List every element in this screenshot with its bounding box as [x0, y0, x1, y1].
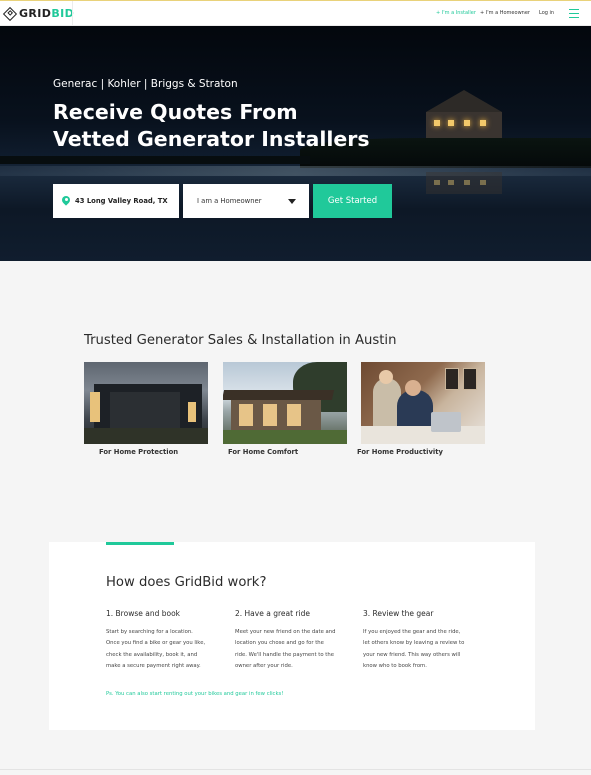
- ps-rent-out-link[interactable]: Ps. You can also start renting out your …: [106, 690, 283, 698]
- location-value: 43 Long Valley Road, TX: [75, 197, 168, 205]
- hero-banner: Generac | Kohler | Briggs & Straton Rece…: [0, 26, 591, 261]
- hero-background-house: [420, 90, 506, 138]
- step-2-body: Meet your new friend on the date and loc…: [235, 627, 355, 672]
- step-3-line: know who to book from.: [363, 662, 427, 669]
- hero-brand-list: Generac | Kohler | Briggs & Straton: [53, 78, 238, 90]
- nav-login-link[interactable]: Log in: [539, 10, 554, 17]
- step-1-line: check the availability, book it, and: [106, 651, 198, 658]
- step-3-line: your new friend. This way others will: [363, 651, 461, 658]
- hero-background-shoreline: [0, 156, 310, 164]
- role-select-dropdown[interactable]: I am a Homeowner: [183, 184, 309, 218]
- logo-text-grid: GRID: [19, 7, 52, 20]
- how-section-accent-bar: [106, 542, 174, 545]
- trusted-section-title: Trusted Generator Sales & Installation i…: [84, 333, 397, 348]
- step-2-line: Meet your new friend on the date and: [235, 629, 336, 635]
- role-selected-value: I am a Homeowner: [197, 197, 262, 205]
- header-divider: [72, 1, 73, 26]
- step-3-body: If you enjoyed the gear and the ride, le…: [363, 627, 483, 672]
- hero-title: Receive Quotes From Vetted Generator Ins…: [53, 99, 393, 153]
- step-2-line: owner after your ride.: [235, 662, 293, 669]
- step-2-line: ride. We'll handle the payment to the: [235, 651, 334, 658]
- hamburger-menu-icon[interactable]: [569, 9, 579, 18]
- home-protection-label[interactable]: For Home Protection: [99, 448, 178, 457]
- home-protection-image[interactable]: [84, 362, 208, 444]
- home-productivity-image[interactable]: [361, 362, 485, 444]
- gridbid-diamond-logo-icon: [2, 6, 18, 21]
- home-productivity-label[interactable]: For Home Productivity: [357, 448, 443, 457]
- hero-title-line-1: Receive Quotes From: [53, 100, 298, 124]
- step-1-line: Start by searching for a location.: [106, 629, 193, 635]
- hero-house-reflection: [420, 172, 506, 212]
- step-1-line: make a secure payment right away.: [106, 662, 201, 669]
- hero-title-line-2: Vetted Generator Installers: [53, 127, 370, 151]
- caret-down-icon: [288, 199, 296, 204]
- step-1-line: Once you find a bike or gear you like,: [106, 640, 206, 647]
- map-pin-icon: [60, 193, 72, 207]
- get-started-button[interactable]: Get Started: [313, 184, 392, 218]
- top-navigation-bar: GRIDBID + I'm a Installer + I'm a Homeow…: [0, 0, 591, 26]
- step-1-title: 1. Browse and book: [106, 609, 181, 618]
- gridbid-logo[interactable]: GRIDBID: [2, 6, 74, 21]
- nav-im-installer-link[interactable]: + I'm a Installer: [436, 10, 476, 17]
- how-it-works-title: How does GridBid work?: [106, 575, 267, 590]
- logo-text-bid: BID: [51, 7, 75, 20]
- footer-divider: [0, 769, 591, 770]
- home-comfort-label[interactable]: For Home Comfort: [228, 448, 298, 457]
- home-comfort-image[interactable]: [223, 362, 347, 444]
- step-1-body: Start by searching for a location. Once …: [106, 627, 226, 672]
- logo-wordmark: GRIDBID: [19, 7, 74, 20]
- nav-im-homeowner-link[interactable]: + I'm a Homeowner: [480, 10, 530, 17]
- step-3-title: 3. Review the gear: [363, 609, 434, 618]
- step-2-title: 2. Have a great ride: [235, 609, 310, 618]
- location-input[interactable]: 43 Long Valley Road, TX: [53, 184, 179, 218]
- step-2-line: location you chose and go for the: [235, 640, 324, 647]
- step-3-line: If you enjoyed the gear and the ride,: [363, 629, 461, 635]
- step-3-line: let others know by leaving a review to: [363, 640, 465, 647]
